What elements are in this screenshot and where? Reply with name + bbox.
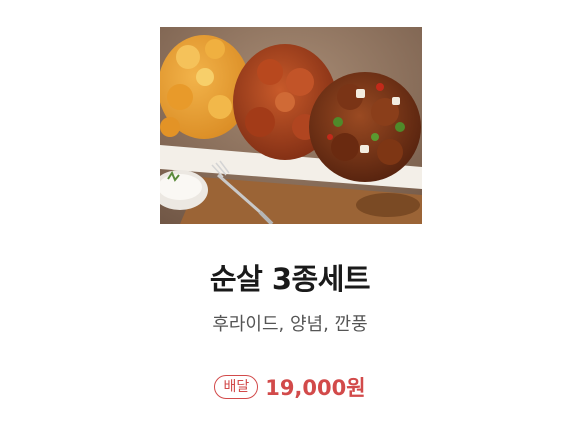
fried-chicken-photo xyxy=(160,27,422,224)
product-title: 순살 3종세트 xyxy=(209,262,371,296)
product-image[interactable] xyxy=(160,27,422,224)
product-description: 후라이드, 양념, 깐풍 xyxy=(212,314,368,335)
price-row: 배달 19,000원 xyxy=(0,372,580,402)
menu-item-card[interactable]: 순살 3종세트 후라이드, 양념, 깐풍 배달 19,000원 xyxy=(0,0,580,424)
product-price: 19,000원 xyxy=(265,376,366,400)
delivery-badge: 배달 xyxy=(214,375,259,399)
